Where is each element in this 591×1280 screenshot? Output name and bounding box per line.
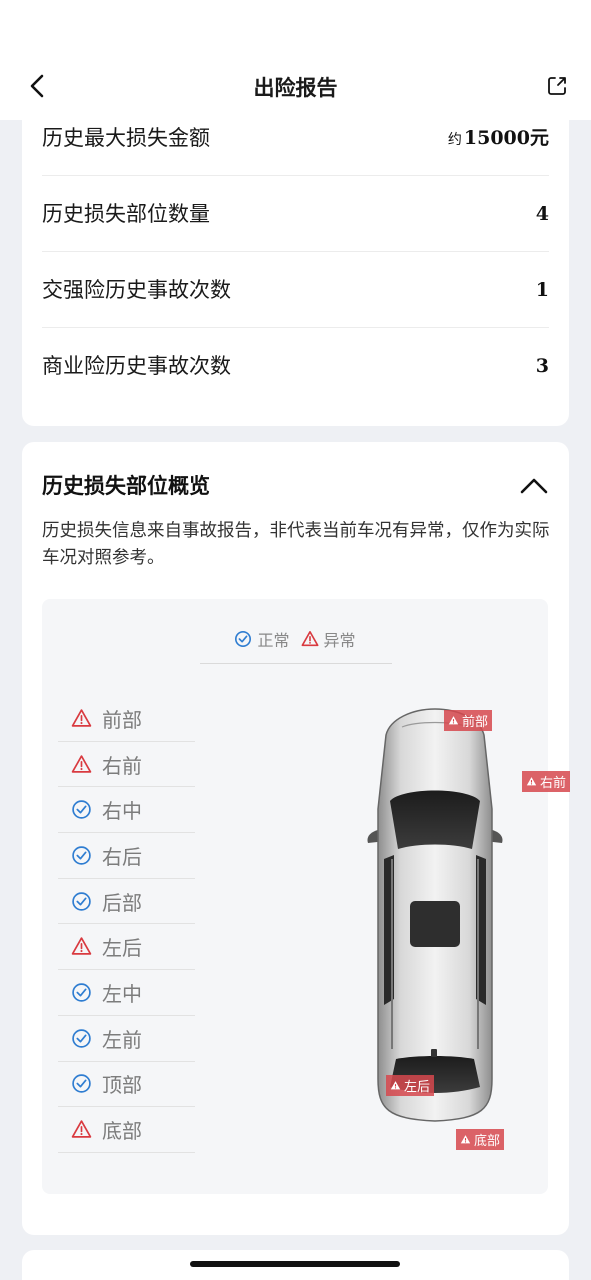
part-name: 底部 — [102, 1119, 142, 1144]
car-area: 前部 右前 左后 底部 — [322, 699, 571, 1159]
car-top-view-icon — [367, 708, 503, 1122]
warning-triangle-icon — [71, 754, 92, 773]
status-bar — [0, 0, 591, 50]
part-name: 后部 — [102, 890, 142, 915]
home-indicator[interactable] — [190, 1261, 400, 1267]
check-circle-icon — [72, 846, 91, 865]
section-title: 历史损失部位概览 — [42, 474, 210, 498]
warning-triangle-icon — [460, 1135, 471, 1144]
warning-triangle-icon — [390, 1081, 401, 1090]
part-row: 左前 — [58, 1016, 195, 1062]
accident-stats-card: 历史最大损失金额 约 15000元 历史损失部位数量 4 交强险历史事故次数 1 … — [22, 100, 569, 426]
check-circle-icon — [72, 983, 91, 1002]
legend-abnormal-label: 异常 — [323, 631, 356, 650]
damage-diagram: 正常 异常 前部 右前 右中 右后 后部 左后 左中 左前 顶部 底部 前部 右… — [42, 599, 571, 1194]
stat-number: 15000元 — [463, 127, 549, 149]
car-tag-label: 左后 — [404, 1080, 431, 1095]
legend-normal-label: 正常 — [257, 631, 290, 650]
car-tag-bottom: 底部 — [456, 1129, 505, 1150]
legend-abnormal: 异常 — [301, 627, 356, 651]
part-name: 左后 — [102, 936, 142, 961]
check-circle-icon — [72, 1074, 91, 1094]
warning-triangle-icon — [301, 630, 319, 647]
check-circle-icon — [72, 1028, 91, 1048]
check-circle-icon — [72, 891, 91, 911]
stat-value: 1 — [535, 279, 549, 301]
legend-divider — [200, 663, 392, 664]
car-tag-front-right: 右前 — [522, 771, 571, 792]
car-tag-rear-left: 左后 — [386, 1075, 435, 1096]
part-row: 顶部 — [58, 1062, 195, 1108]
page-title: 出险报告 — [253, 76, 338, 100]
part-name: 右前 — [102, 753, 142, 778]
part-name: 左中 — [102, 981, 142, 1006]
warning-triangle-icon — [71, 1120, 92, 1138]
car-tag-label: 前部 — [462, 715, 489, 730]
part-row: 左后 — [58, 924, 195, 971]
stat-label: 历史损失部位数量 — [42, 202, 210, 226]
part-name: 前部 — [102, 707, 142, 732]
warning-triangle-icon — [71, 937, 92, 955]
part-name: 右中 — [102, 799, 142, 824]
warning-triangle-icon — [71, 709, 92, 727]
legend: 正常 异常 — [42, 627, 548, 652]
stat-label: 商业险历史事故次数 — [42, 354, 231, 378]
chevron-up-icon[interactable] — [519, 476, 549, 496]
part-row: 右后 — [58, 833, 195, 879]
stat-prefix: 约 — [447, 132, 462, 148]
part-row: 右前 — [58, 742, 195, 788]
warning-triangle-icon — [526, 777, 537, 786]
part-name: 左前 — [102, 1027, 142, 1052]
nav-bar: 出险报告 — [0, 50, 591, 120]
warning-triangle-icon — [448, 716, 459, 725]
stat-label: 交强险历史事故次数 — [42, 278, 231, 302]
car-tag-label: 右前 — [540, 776, 567, 791]
car-tag-label: 底部 — [474, 1134, 501, 1149]
part-row: 前部 — [58, 696, 195, 742]
stat-value: 3 — [535, 355, 549, 377]
stat-row-compulsory-accidents: 交强险历史事故次数 1 — [42, 252, 549, 328]
share-icon[interactable] — [545, 74, 569, 98]
part-row: 右中 — [58, 787, 195, 834]
legend-normal: 正常 — [234, 627, 289, 651]
stat-row-loss-parts: 历史损失部位数量 4 — [42, 176, 549, 252]
section-description: 历史损失信息来自事故报告，非代表当前车况有异常，仅作为实际车况对照参考。 — [42, 521, 550, 568]
car-tag-front: 前部 — [444, 710, 493, 731]
part-row: 后部 — [58, 879, 195, 925]
part-row: 左中 — [58, 970, 195, 1016]
part-list: 前部右前右中右后后部左后左中左前顶部底部 — [58, 696, 195, 1153]
stat-value: 4 — [535, 203, 549, 225]
part-row: 底部 — [58, 1107, 195, 1153]
stat-row-commercial-accidents: 商业险历史事故次数 3 — [42, 328, 549, 404]
check-circle-icon — [235, 630, 252, 648]
part-name: 右后 — [102, 844, 142, 869]
loss-overview-card: 历史损失部位概览 历史损失信息来自事故报告，非代表当前车况有异常，仅作为实际车况… — [22, 442, 571, 1235]
part-name: 顶部 — [102, 1073, 142, 1098]
check-circle-icon — [72, 800, 91, 819]
